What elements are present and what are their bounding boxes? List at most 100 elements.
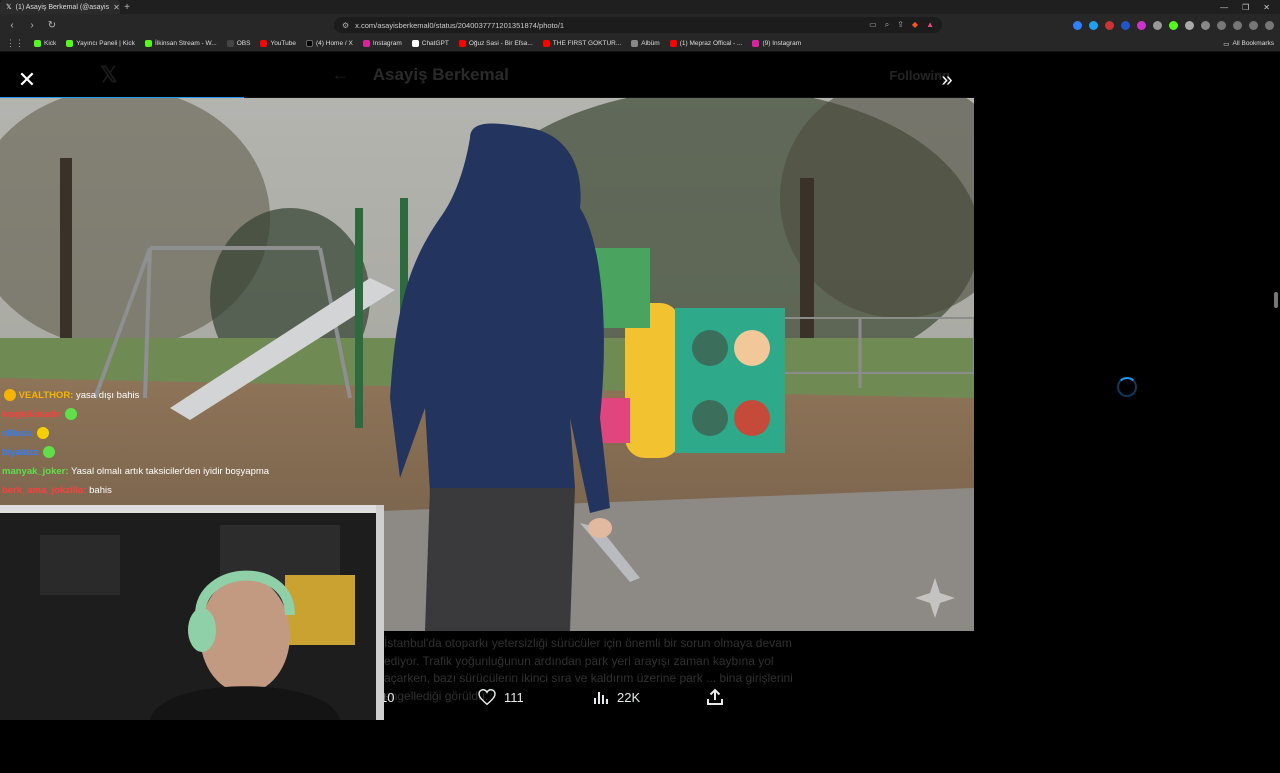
bookmark[interactable]: İlkinsan Stream - W... <box>144 40 217 47</box>
bookmark-favicon <box>66 40 74 47</box>
music-icon[interactable] <box>1217 20 1226 30</box>
bookmark[interactable]: (4) Home / X <box>306 40 353 47</box>
bookmark[interactable]: Instagram <box>362 40 402 47</box>
bookmark-favicon <box>458 40 466 47</box>
emote-icon <box>4 389 16 402</box>
chat-message: manyak_joker: Yasal olmalı artık taksici… <box>2 462 362 481</box>
close-icon[interactable]: ✕ <box>14 67 40 93</box>
maximize-icon[interactable]: ❐ <box>1242 3 1249 12</box>
emote-icon <box>37 427 50 440</box>
bookmark-favicon <box>752 40 760 47</box>
back-icon[interactable]: ‹ <box>6 20 18 31</box>
bookmark-favicon <box>362 40 370 47</box>
chat-username: nMuco <box>2 428 33 439</box>
window-controls: — ❐ ✕ <box>1220 3 1280 12</box>
extension-icon[interactable] <box>1073 20 1082 30</box>
emote-icon <box>65 408 78 421</box>
screen-icon[interactable]: ▭ <box>869 20 877 30</box>
chat-message: koqtelickadir <box>2 405 362 424</box>
background-back-arrow: ← <box>331 65 349 84</box>
shield-icon[interactable]: ◆ <box>912 20 918 30</box>
chat-message: VEALTHOR: yasa dışı bahis <box>2 386 362 405</box>
chat-text: yasa dışı bahis <box>76 390 140 401</box>
url-text[interactable]: x.com/asayisberkemal0/status/20400377712… <box>355 21 863 30</box>
chat-message: nMuco <box>2 424 362 443</box>
tab-title: (1) Asayiş Berkemal (@asayis <box>15 3 110 11</box>
bookmark-favicon <box>260 40 268 47</box>
bookmark[interactable]: (9) Instagram <box>752 40 801 47</box>
chat-message: berk_ama_jokzilla: bahis <box>2 481 362 500</box>
chat-username: berk_ama_jokzilla: <box>2 485 87 496</box>
share-icon <box>707 688 723 705</box>
views-button[interactable]: 22K <box>593 689 640 705</box>
extension-icon[interactable] <box>1185 20 1194 30</box>
chat-text: Yasal olmalı artık taksiciler'den iyidir… <box>71 466 270 477</box>
chat-username: koqtelickadir <box>2 409 61 420</box>
webcam-feed <box>0 505 384 720</box>
chat-username: VEALTHOR: <box>18 390 74 401</box>
extension-icon[interactable] <box>1121 20 1130 30</box>
extension-icon[interactable] <box>1137 20 1146 30</box>
chat-text: bahis <box>89 485 112 496</box>
webcam-overlay <box>0 505 384 720</box>
like-count: 111 <box>504 689 524 705</box>
rewards-icon[interactable]: ▲ <box>926 20 934 30</box>
loading-spinner <box>1117 377 1137 397</box>
background-profile-name: Asayiş Berkemal <box>372 65 509 84</box>
tab-strip: 𝕏 (1) Asayiş Berkemal (@asayis ✕ + — ❐ ✕ <box>0 0 1280 14</box>
stream-chat-overlay: VEALTHOR: yasa dışı bahis koqtelickadir … <box>2 386 362 500</box>
bookmark[interactable]: ChatGPT <box>411 40 449 47</box>
extension-icon[interactable] <box>1169 20 1178 30</box>
x-logo-icon: 𝕏 <box>6 3 12 11</box>
tweet-actions: 10 111 22K <box>380 683 740 711</box>
like-button[interactable]: 111 <box>478 689 524 705</box>
site-info-icon[interactable]: ⚙ <box>342 21 349 30</box>
extension-icon[interactable] <box>1089 20 1098 30</box>
reload-icon[interactable]: ↻ <box>46 20 58 31</box>
bookmark[interactable]: Yayıncı Paneli | Kick <box>66 40 135 47</box>
emote-icon <box>43 446 56 459</box>
bookmark[interactable]: THE FIRST GOKTUR... <box>542 40 621 47</box>
bookmark-folder[interactable]: Albüm <box>631 40 660 47</box>
apps-icon[interactable]: ⋮⋮ <box>6 38 24 49</box>
wallet-icon[interactable] <box>1249 20 1258 30</box>
expand-icon[interactable]: » <box>934 67 960 93</box>
bookmark[interactable]: OBS <box>226 40 250 47</box>
background-x-logo: 𝕏 <box>100 62 118 87</box>
chat-username: manyak_joker: <box>2 466 69 477</box>
forward-icon[interactable]: › <box>26 20 38 31</box>
zoom-icon[interactable]: ⌕ <box>885 20 889 30</box>
extensions-bar <box>1073 20 1274 30</box>
menu-icon[interactable] <box>1265 20 1274 30</box>
bookmark[interactable]: YouTube <box>260 40 296 47</box>
view-count: 22K <box>617 689 641 705</box>
bookmark-favicon <box>226 40 234 47</box>
address-bar[interactable]: ⚙ x.com/asayisberkemal0/status/204003777… <box>334 17 942 33</box>
extension-icon[interactable] <box>1201 20 1210 30</box>
all-bookmarks[interactable]: ▭ All Bookmarks <box>1223 40 1274 48</box>
folder-icon: ▭ <box>1223 40 1230 48</box>
bookmark-favicon <box>306 40 313 47</box>
tab-close-icon[interactable]: ✕ <box>113 3 120 12</box>
bookmark-favicon <box>34 40 41 47</box>
new-tab-button[interactable]: + <box>120 2 134 13</box>
share-icon[interactable]: ⇪ <box>897 20 904 30</box>
sidebar-icon[interactable] <box>1233 20 1242 30</box>
bookmark[interactable]: (1) Mepraz Offical - ... <box>669 40 742 47</box>
browser-tab[interactable]: 𝕏 (1) Asayiş Berkemal (@asayis ✕ <box>0 0 120 14</box>
views-chart-icon <box>594 692 608 704</box>
extension-icon[interactable] <box>1105 20 1114 30</box>
bookmark-favicon <box>542 40 550 47</box>
chat-message: biyakizz <box>2 443 362 462</box>
scrollbar-thumb[interactable] <box>1274 292 1278 308</box>
photo-viewer: 𝕏 ← Asayiş Berkemal Following ✕ » İstanb… <box>0 53 1280 773</box>
window-close-icon[interactable]: ✕ <box>1263 3 1270 12</box>
page-scrollbar[interactable] <box>1272 106 1280 773</box>
heart-icon <box>478 689 496 705</box>
minimize-icon[interactable]: — <box>1220 3 1228 12</box>
bookmark[interactable]: Kick <box>34 40 56 47</box>
extension-icon[interactable] <box>1153 20 1162 30</box>
bookmark-favicon <box>144 40 152 47</box>
share-button[interactable] <box>706 688 724 706</box>
bookmark[interactable]: Oğuz Sasi - Bir Efsa... <box>458 40 533 47</box>
